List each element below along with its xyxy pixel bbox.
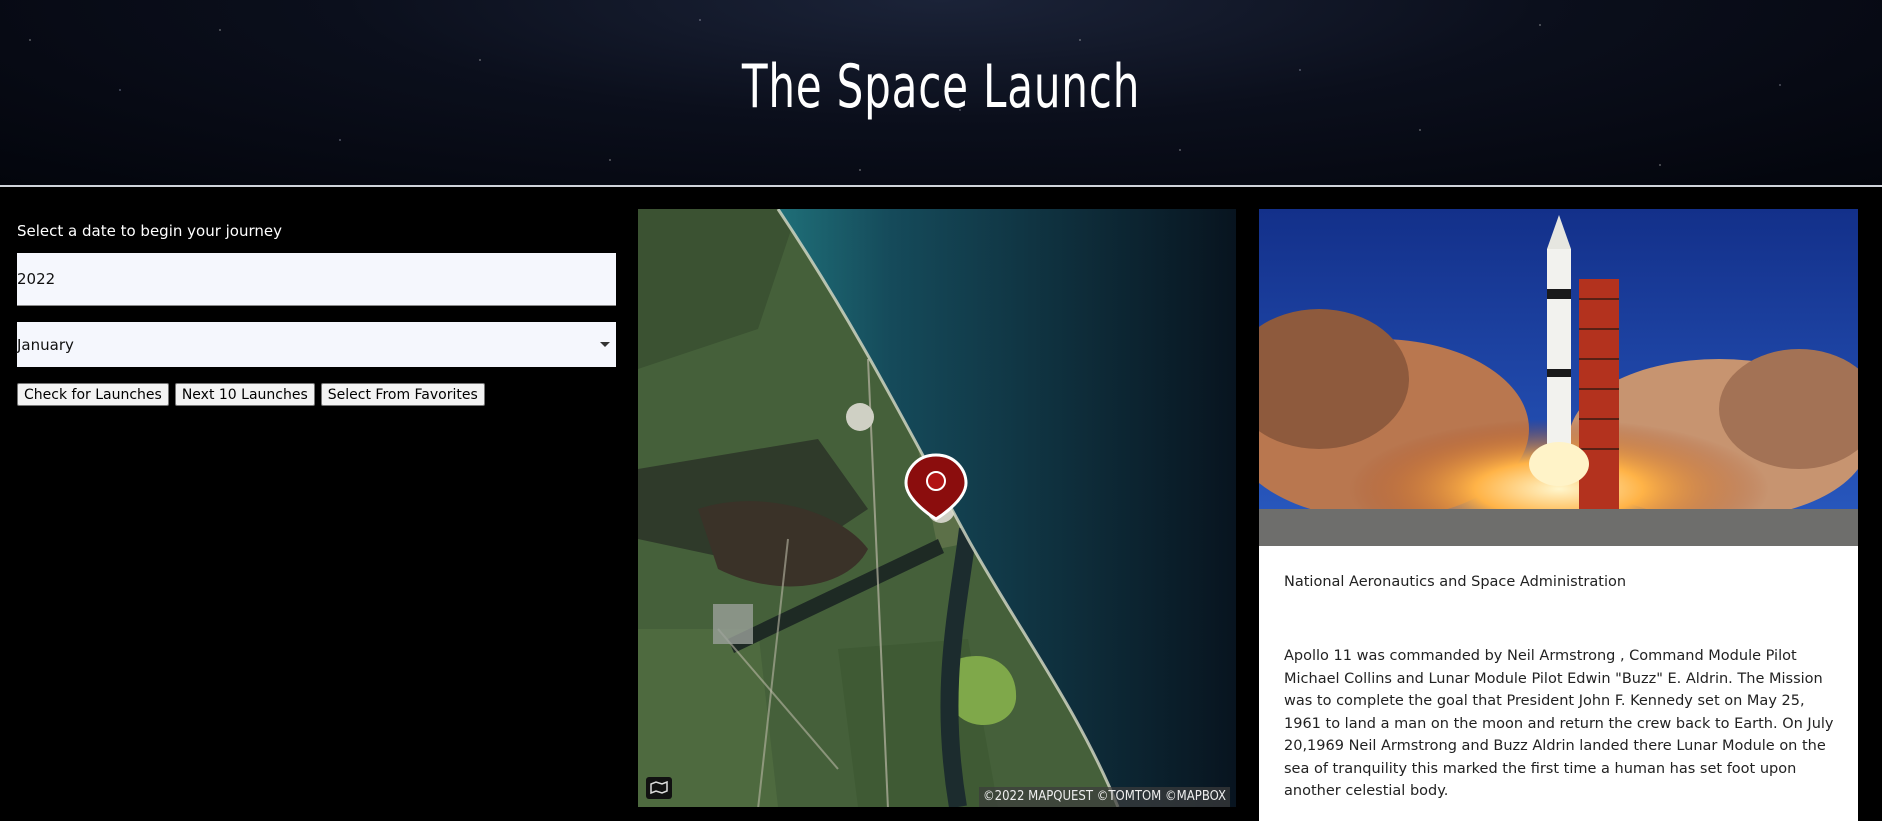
year-input[interactable] [17,253,616,306]
satellite-map-image [638,209,1236,807]
next-10-launches-button[interactable]: Next 10 Launches [174,383,315,406]
rocket-launch-photo [1259,209,1858,546]
select-favorites-button[interactable]: Select From Favorites [320,383,485,406]
launch-search-controls: Select a date to begin your journey Janu… [17,222,616,406]
mission-description: Apollo 11 was commanded by Neil Armstron… [1284,648,1834,799]
month-select[interactable]: January [17,322,616,367]
date-prompt: Select a date to begin your journey [17,222,282,240]
check-launches-button[interactable]: Check for Launches [17,383,169,406]
month-select-value: January [17,335,74,354]
map-attribution: ©2022 MAPQUEST ©TOMTOM ©MAPBOX [978,787,1230,807]
site-title: The Space Launch [741,52,1141,122]
chevron-down-icon [600,342,610,347]
launch-info-panel: National Aeronautics and Space Administr… [1259,209,1858,821]
launch-site-map[interactable]: ©2022 MAPQUEST ©TOMTOM ©MAPBOX [638,209,1236,807]
site-header: The Space Launch [0,0,1882,187]
map-layers-icon[interactable] [646,777,672,799]
action-buttons: Check for Launches Next 10 Launches Sele… [17,383,616,406]
agency-name: National Aeronautics and Space Administr… [1284,574,1627,590]
